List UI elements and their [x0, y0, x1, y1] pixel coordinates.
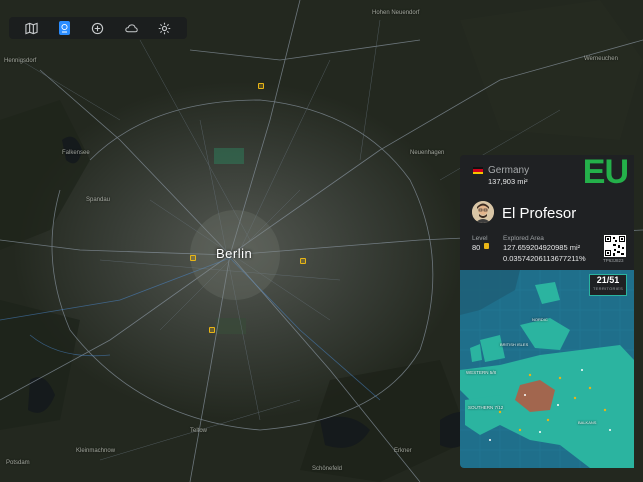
district-label: Hennigsdorf: [4, 58, 37, 64]
region-badge: EU: [582, 155, 629, 191]
passport-icon[interactable]: [55, 18, 75, 38]
passport-panel: Germany 137,903 mi² EU El Profesor Level…: [460, 155, 634, 468]
level-label: Level: [472, 235, 488, 242]
poi-marker[interactable]: [300, 258, 306, 264]
district-label: Neuenhagen: [410, 150, 445, 156]
country-area: 137,903 mi²: [488, 177, 528, 186]
minimap-label: BRITISH ISLES: [500, 342, 529, 347]
district-label: Werneuchen: [584, 56, 618, 62]
territories-label: TERRITORIES: [592, 286, 624, 291]
gear-icon[interactable]: [154, 18, 174, 38]
qr-code-icon[interactable]: [604, 235, 626, 257]
avatar[interactable]: [472, 201, 494, 223]
territories-minimap[interactable]: [460, 270, 634, 468]
explored-percent: 0.0357420611367721​1%: [503, 254, 586, 263]
explored-label: Explored Area: [503, 235, 544, 242]
district-label: Schönefeld: [312, 466, 343, 472]
district-label: Kleinmachnow: [76, 448, 116, 454]
city-label: Berlin: [216, 246, 253, 261]
district-label: Hohen Neuendorf: [372, 10, 420, 16]
map-icon[interactable]: [22, 18, 42, 38]
district-label: Erkner: [394, 448, 412, 454]
explored-area: 127.659204920985 mi²: [503, 243, 581, 252]
level-value: 80: [472, 243, 481, 252]
territories-count: 21/51: [596, 275, 620, 285]
username: El Profesor: [502, 205, 577, 222]
poi-marker[interactable]: [190, 255, 196, 261]
germany-flag-icon: [473, 167, 483, 174]
district-label: Falkensee: [62, 150, 90, 156]
qr-code-id: TP63J823: [603, 258, 624, 263]
minimap-label: WESTERN 5/8: [466, 370, 497, 375]
toolbar: [9, 17, 187, 39]
district-label: Spandau: [86, 197, 111, 203]
cloud-icon[interactable]: [121, 18, 141, 38]
level-badge-icon: [484, 243, 489, 249]
poi-marker[interactable]: [258, 83, 264, 89]
district-label: Teltow: [190, 428, 208, 434]
district-label: Potsdam: [6, 460, 30, 466]
locate-icon[interactable]: [88, 18, 108, 38]
territories-counter: 21/51 TERRITORIES: [589, 274, 627, 296]
minimap-label: BALKANS: [578, 420, 597, 425]
minimap-label: NORDIC: [532, 317, 548, 322]
country-name: Germany: [488, 165, 530, 176]
minimap-label: SOUTHERN 7/12: [468, 405, 504, 410]
poi-marker[interactable]: [209, 327, 215, 333]
